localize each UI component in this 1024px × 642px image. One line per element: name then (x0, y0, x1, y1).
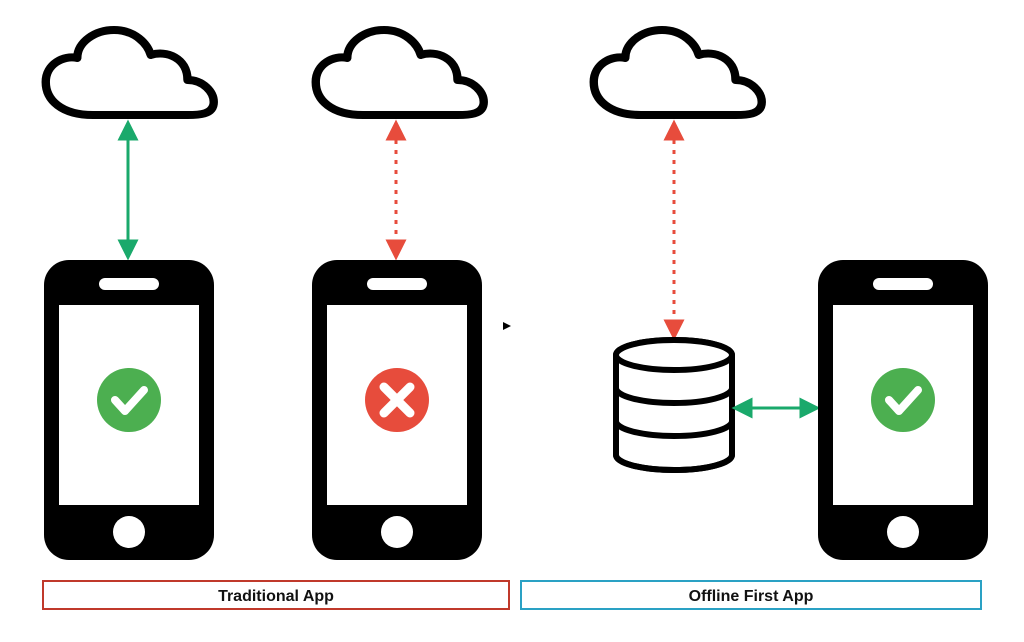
cloud-icon (46, 30, 214, 115)
cross-icon (365, 368, 429, 432)
label-traditional-app: Traditional App (42, 580, 510, 610)
cloud-icon (594, 30, 762, 115)
cursor-icon (503, 322, 511, 330)
database-icon (616, 340, 732, 470)
check-icon (97, 368, 161, 432)
check-icon (871, 368, 935, 432)
label-offline-first-app: Offline First App (520, 580, 982, 610)
cloud-icon (316, 30, 484, 115)
architecture-diagram (0, 0, 1024, 642)
